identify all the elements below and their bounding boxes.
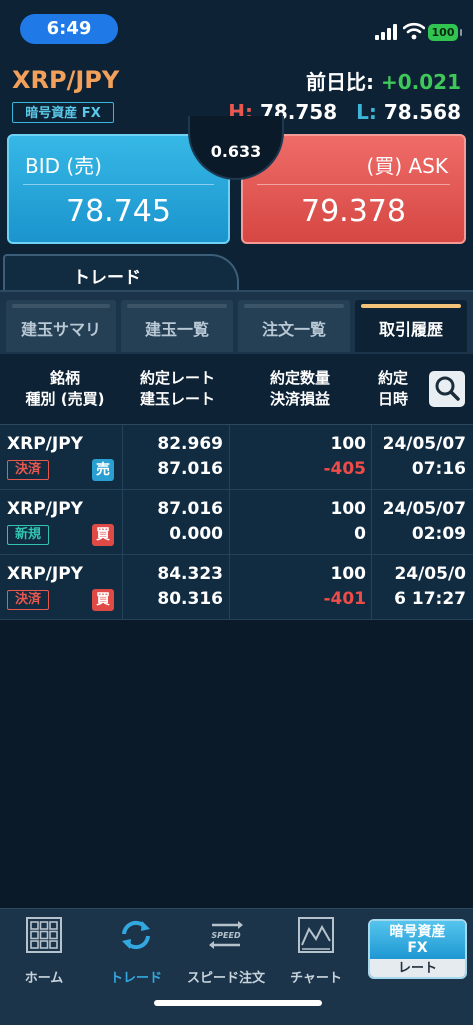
tab-trade-label: トレード <box>73 268 141 288</box>
tab-position-list[interactable]: 建玉一覧 <box>121 300 233 352</box>
bottom-nav: ホーム トレード SPEED スピード注文 チャート 暗号資産 FX レート <box>0 908 473 1025</box>
ask-price: 79.378 <box>301 194 406 229</box>
tab-trade[interactable]: トレード <box>3 254 239 290</box>
battery-icon: 100 <box>428 24 462 41</box>
tab-position-summary[interactable]: 建玉サマリ <box>6 300 116 352</box>
header-datetime: 約定 日時 <box>377 369 408 408</box>
prev-day-value: +0.021 <box>380 70 461 94</box>
side-badge: 売 <box>92 459 114 481</box>
header-rate: 約定レート 建玉レート <box>139 369 215 408</box>
nav-trade-label: トレード <box>109 971 162 986</box>
sub-tab-bar: 建玉サマリ 建玉一覧 注文一覧 取引履歴 <box>0 292 473 354</box>
row-time: 07:16 <box>411 459 466 479</box>
spread-value: 0.633 <box>210 142 262 161</box>
trade-tab-bar: トレード <box>0 250 473 292</box>
low-label: L: <box>356 100 377 124</box>
nav-chart[interactable]: チャート <box>272 917 360 987</box>
trade-history-table: 銘柄 種別 (売買) 約定レート 建玉レート 約定数量 決済損益 約定 日時 XRP/J… <box>0 354 473 620</box>
nav-speed-order[interactable]: SPEED スピード注文 <box>182 917 270 987</box>
row-time: 02:09 <box>411 524 466 544</box>
search-icon <box>435 376 460 401</box>
side-badge: 買 <box>92 589 114 611</box>
header-symbol: 銘柄 種別 (売買) <box>25 369 105 408</box>
row-qty: 100 <box>330 434 367 454</box>
status-bar: 6:49 100 <box>0 0 473 58</box>
row-rate: 84.323 <box>157 564 223 584</box>
wifi-icon <box>403 22 425 40</box>
row-date: 24/05/0 <box>394 564 466 584</box>
refresh-arrows-icon <box>122 920 150 950</box>
symbol-title[interactable]: XRP/JPY <box>12 66 119 94</box>
row-time: 6 17:27 <box>394 589 466 609</box>
row-open-rate: 87.016 <box>157 459 223 479</box>
grid-icon <box>26 917 62 953</box>
nav-speed-order-label: スピード注文 <box>186 971 265 986</box>
prev-day-label: 前日比: <box>306 70 374 94</box>
tab-trade-history[interactable]: 取引履歴 <box>355 300 467 352</box>
ask-divider <box>257 184 450 185</box>
low-value: 78.568 <box>383 100 461 124</box>
status-time: 6:49 <box>20 14 118 44</box>
fx-button-subtitle: レート <box>370 959 465 977</box>
table-row[interactable]: XRP/JPY 決済 買 84.323 80.316 100 -401 24/0… <box>0 555 473 620</box>
row-open-rate: 80.316 <box>157 589 223 609</box>
row-open-rate: 0.000 <box>169 524 223 544</box>
table-row[interactable]: XRP/JPY 新規 買 87.016 0.000 100 0 24/05/07… <box>0 490 473 555</box>
row-rate: 87.016 <box>157 499 223 519</box>
row-symbol: XRP/JPY <box>7 434 83 454</box>
row-symbol: XRP/JPY <box>7 564 83 584</box>
row-rate: 82.969 <box>157 434 223 454</box>
svg-text:SPEED: SPEED <box>211 931 241 940</box>
nav-home[interactable]: ホーム <box>0 917 88 987</box>
type-tag: 新規 <box>7 525 49 545</box>
asset-class-badge: 暗号資産 FX <box>12 102 114 123</box>
table-row[interactable]: XRP/JPY 決済 売 82.969 87.016 100 -405 24/0… <box>0 425 473 490</box>
row-pnl: -401 <box>323 589 366 609</box>
header-quantity: 約定数量 決済損益 <box>269 369 330 408</box>
signal-icon <box>375 24 399 40</box>
home-indicator[interactable] <box>154 1000 322 1006</box>
nav-chart-label: チャート <box>290 971 342 986</box>
fx-button-title: 暗号資産 FX <box>370 921 465 959</box>
quote-panel: BID (売) 78.745 (買) ASK 79.378 0.633 <box>0 116 473 250</box>
crypto-fx-rate-button[interactable]: 暗号資産 FX レート <box>368 919 467 979</box>
table-header: 銘柄 種別 (売買) 約定レート 建玉レート 約定数量 決済損益 約定 日時 <box>0 354 473 425</box>
row-date: 24/05/07 <box>382 499 466 519</box>
search-button[interactable] <box>429 371 465 407</box>
bid-divider <box>23 184 214 185</box>
nav-trade[interactable]: トレード <box>92 917 180 987</box>
row-pnl: 0 <box>354 524 366 544</box>
ask-label: (買) ASK <box>366 154 448 178</box>
row-date: 24/05/07 <box>382 434 466 454</box>
bid-label: BID (売) <box>25 154 102 178</box>
row-symbol: XRP/JPY <box>7 499 83 519</box>
speed-arrows-icon: SPEED <box>209 921 243 949</box>
tab-order-list[interactable]: 注文一覧 <box>238 300 350 352</box>
row-pnl: -405 <box>323 459 366 479</box>
row-qty: 100 <box>330 564 367 584</box>
nav-home-label: ホーム <box>24 971 64 986</box>
type-tag: 決済 <box>7 460 49 480</box>
chart-icon <box>298 917 334 953</box>
type-tag: 決済 <box>7 590 49 610</box>
prev-day-change: 前日比: +0.021 <box>306 66 461 95</box>
row-qty: 100 <box>330 499 367 519</box>
side-badge: 買 <box>92 524 114 546</box>
bid-price: 78.745 <box>66 194 171 229</box>
